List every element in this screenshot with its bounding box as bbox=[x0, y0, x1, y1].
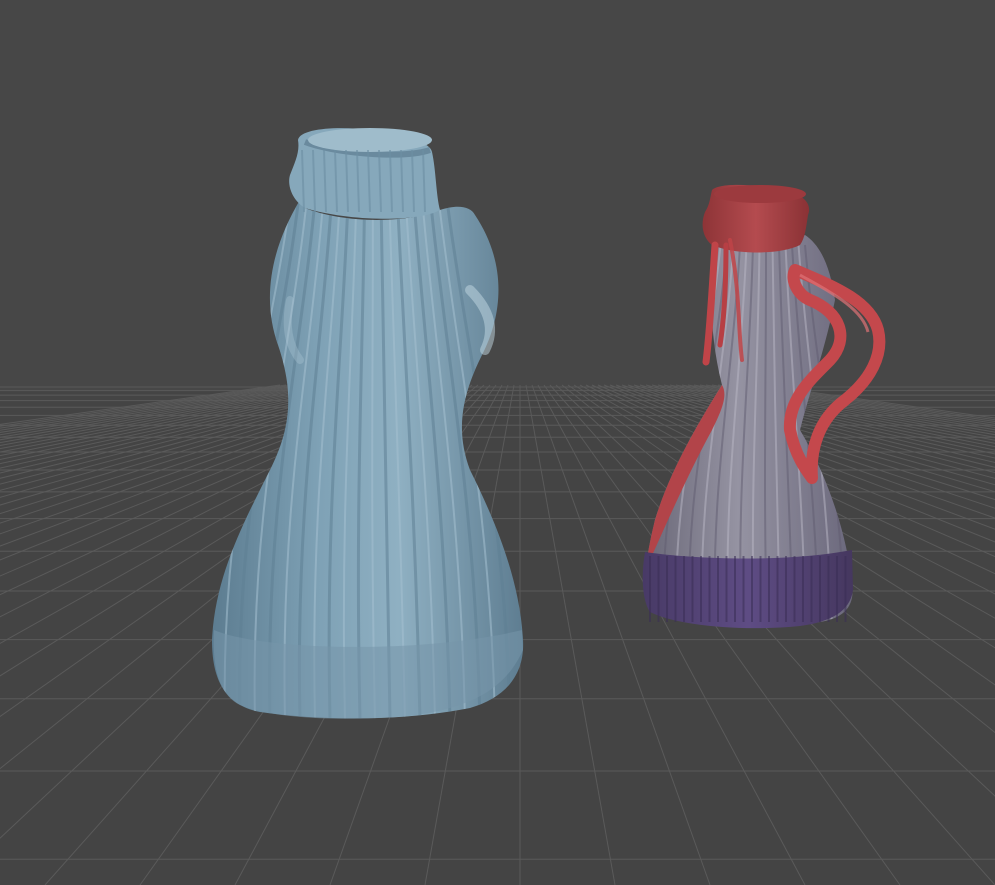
blue-collar-opening bbox=[308, 128, 432, 152]
colorid-collar-opening bbox=[714, 185, 806, 203]
3d-viewport[interactable] bbox=[0, 0, 995, 885]
colorid-dress-hem[interactable] bbox=[642, 550, 853, 629]
viewport-canvas[interactable] bbox=[0, 0, 995, 885]
